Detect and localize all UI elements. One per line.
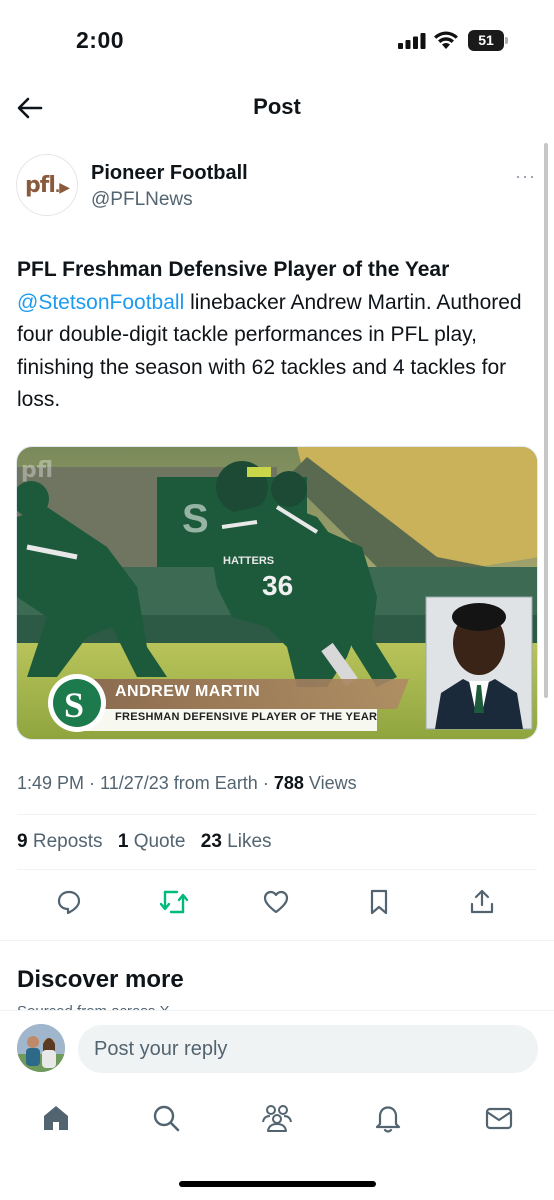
quotes-stat[interactable]: 1 Quote [118, 831, 186, 852]
notifications-icon [375, 1106, 401, 1133]
wifi-icon [434, 31, 458, 49]
tweet-headline: PFL Freshman Defensive Player of the Yea… [17, 258, 450, 281]
author-name[interactable]: Pioneer Football [91, 162, 248, 185]
communities-icon [262, 1105, 292, 1132]
bottom-tab-bar [0, 1086, 554, 1200]
share-icon [470, 889, 494, 914]
repost-icon [159, 890, 189, 914]
status-time: 2:00 [76, 27, 125, 53]
home-icon [44, 1106, 68, 1130]
like-button[interactable] [258, 884, 294, 920]
share-button[interactable] [464, 884, 500, 920]
views-label: Views [308, 773, 357, 793]
battery-level: 51 [468, 30, 504, 51]
header: Post [0, 80, 554, 136]
jersey-number: 36 [262, 570, 293, 601]
tweet-stats: 9 Reposts 1 Quote 23 Likes [17, 831, 282, 853]
page-title: Post [253, 94, 301, 119]
tab-search[interactable] [148, 1100, 184, 1136]
tab-communities[interactable] [259, 1100, 295, 1136]
signal-icon [398, 33, 426, 49]
mention-link[interactable]: @StetsonFootball [17, 291, 184, 314]
avatar-logo: pfl.▶ [25, 172, 70, 198]
reply-bar [0, 1010, 554, 1086]
tweet-time: 1:49 PM [17, 773, 85, 793]
author-handle[interactable]: @PFLNews [91, 189, 193, 211]
divider [17, 814, 537, 815]
user-avatar[interactable] [17, 1024, 65, 1072]
tweet-author: pfl.▶ Pioneer Football @PFLNews ··· [16, 152, 540, 222]
more-options-icon[interactable]: ··· [515, 166, 536, 187]
reposts-stat[interactable]: 9 Reposts [17, 831, 103, 852]
media-player-name: ANDREW MARTIN [115, 683, 261, 700]
svg-text:S: S [64, 685, 84, 725]
watermark-logo: pfl [21, 458, 53, 483]
divider [17, 869, 537, 870]
search-icon [153, 1105, 180, 1132]
home-indicator [179, 1181, 376, 1187]
tweet-source: from Earth [173, 773, 258, 793]
tweet-meta: 1:49 PM · 11/27/23 from Earth · 788 View… [17, 773, 357, 793]
reply-icon [57, 890, 81, 915]
reply-input[interactable] [78, 1025, 538, 1073]
tweet-text: PFL Freshman Defensive Player of the Yea… [17, 254, 537, 417]
views-count: 788 [273, 773, 304, 793]
tweet-media-image[interactable]: S HATTERS 36 pfl S ANDREW MARTIN FRESHMA… [16, 446, 538, 740]
discover-more-heading: Discover more [17, 966, 184, 993]
messages-icon [485, 1107, 513, 1130]
jersey-text: HATTERS [223, 555, 274, 567]
like-icon [263, 890, 289, 914]
tweet-actions [0, 884, 554, 920]
likes-stat[interactable]: 23 Likes [201, 831, 272, 852]
tab-home[interactable] [38, 1100, 74, 1136]
author-avatar[interactable]: pfl.▶ [16, 154, 78, 216]
tweet-date: 11/27/23 [100, 773, 169, 793]
divider [0, 940, 554, 941]
tab-messages[interactable] [481, 1100, 517, 1136]
media-award-title: FRESHMAN DEFENSIVE PLAYER OF THE YEAR [115, 711, 378, 723]
bookmark-button[interactable] [361, 884, 397, 920]
bookmark-icon [370, 889, 388, 915]
scrollbar[interactable] [544, 143, 548, 698]
svg-text:S: S [182, 497, 209, 541]
reply-button[interactable] [51, 884, 87, 920]
tab-notifications[interactable] [370, 1100, 406, 1136]
status-bar: 2:00 51 [0, 0, 554, 80]
repost-button[interactable] [156, 884, 192, 920]
media-photo: S HATTERS 36 pfl S [17, 447, 537, 739]
battery-icon: 51 [468, 30, 508, 51]
